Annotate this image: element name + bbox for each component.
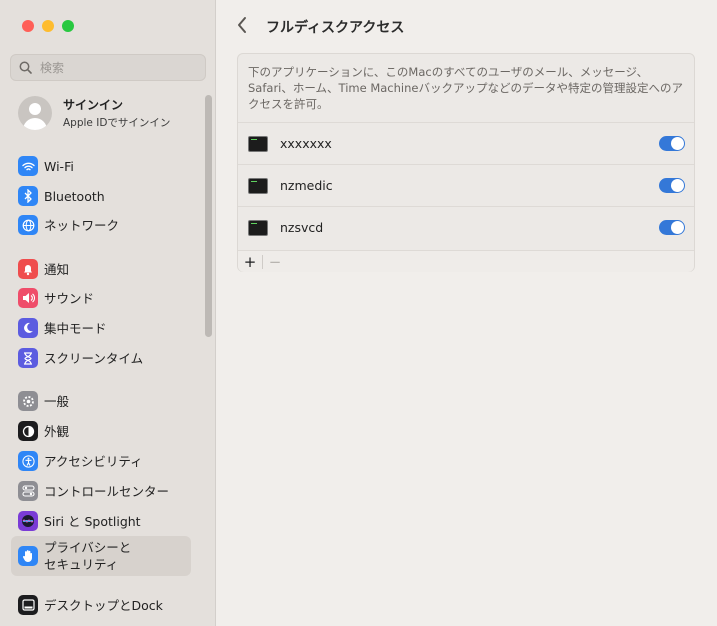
accessibility-icon — [18, 451, 38, 471]
panel-description: 下のアプリケーションに、このMacのすべてのユーザのメール、メッセージ、Safa… — [248, 65, 683, 111]
sidebar-item-speaker[interactable]: サウンド — [11, 285, 191, 311]
apple-id-signin[interactable]: サインイン Apple IDでサインイン — [18, 96, 170, 130]
bell-icon — [18, 259, 38, 279]
access-toggle[interactable] — [659, 220, 685, 235]
sidebar-item-hand[interactable]: プライバシーと セキュリティ — [11, 536, 191, 576]
sidebar-item-bell[interactable]: 通知 — [11, 256, 191, 282]
main-content: フルディスクアクセス 下のアプリケーションに、このMacのすべてのユーザのメール… — [216, 0, 717, 626]
settings-window: サインイン Apple IDでサインイン Wi-Fi Bluetooth ネットワー… — [0, 0, 717, 626]
moon-icon — [18, 318, 38, 338]
app-name: nzsvcd — [280, 220, 324, 235]
app-name: nzmedic — [280, 178, 333, 193]
wifi-icon — [18, 156, 38, 176]
sidebar-item-wifi[interactable]: Wi-Fi — [11, 153, 191, 179]
terminal-icon — [248, 135, 268, 152]
toggle-knob — [671, 137, 684, 150]
sidebar-item-accessibility[interactable]: アクセシビリティ — [11, 448, 191, 474]
search-icon — [19, 61, 32, 74]
app-row[interactable]: nzmedic — [238, 164, 694, 206]
access-toggle[interactable] — [659, 178, 685, 193]
sidebar-scrollbar[interactable] — [205, 95, 212, 337]
sidebar-item-label: Wi-Fi — [44, 158, 74, 174]
list-footer: + − — [238, 250, 694, 272]
hourglass-icon — [18, 348, 38, 368]
app-row[interactable]: xxxxxxx — [238, 122, 694, 164]
sidebar-item-appearance[interactable]: 外観 — [11, 418, 191, 444]
sidebar-item-label: アクセシビリティ — [44, 453, 143, 469]
search-input[interactable] — [38, 59, 192, 76]
sidebar-item-control-center[interactable]: コントロールセンター — [11, 478, 191, 504]
sidebar-item-bluetooth[interactable]: Bluetooth — [11, 183, 191, 209]
speaker-icon — [18, 288, 38, 308]
control-center-icon — [18, 481, 38, 501]
sidebar-item-label: スクリーンタイム — [44, 350, 144, 366]
siri-icon — [18, 511, 38, 531]
back-button[interactable] — [236, 16, 248, 37]
terminal-icon — [248, 177, 268, 194]
toggle-knob — [671, 179, 684, 192]
sidebar-item-label: Bluetooth — [44, 188, 105, 204]
close-button[interactable] — [22, 20, 34, 32]
sidebar-item-label: コントロールセンター — [44, 483, 170, 499]
terminal-icon — [248, 219, 268, 236]
sidebar-item-hourglass[interactable]: スクリーンタイム — [11, 345, 191, 371]
hand-icon — [18, 546, 38, 566]
sidebar-item-siri[interactable]: Siri と Spotlight — [11, 508, 191, 534]
app-row[interactable]: nzsvcd — [238, 206, 694, 248]
remove-button[interactable]: − — [263, 252, 287, 272]
sidebar-item-label: デスクトップとDock — [44, 597, 163, 613]
account-name: サインイン — [63, 98, 124, 112]
sidebar-item-label: 通知 — [44, 261, 70, 277]
toggle-knob — [671, 221, 684, 234]
appearance-icon — [18, 421, 38, 441]
zoom-button[interactable] — [62, 20, 74, 32]
sidebar-item-dock[interactable]: デスクトップとDock — [11, 592, 191, 618]
page-title: フルディスクアクセス — [266, 20, 405, 36]
sidebar-item-gear[interactable]: 一般 — [11, 388, 191, 414]
minimize-button[interactable] — [42, 20, 54, 32]
sidebar-item-label: サウンド — [44, 290, 95, 306]
sidebar-item-globe[interactable]: ネットワーク — [11, 212, 191, 238]
sidebar-item-label: 一般 — [44, 393, 70, 409]
access-toggle[interactable] — [659, 136, 685, 151]
window-controls — [22, 20, 74, 32]
sidebar-item-label: 外観 — [44, 423, 70, 439]
app-name: xxxxxxx — [280, 136, 332, 151]
sidebar-item-label: Siri と Spotlight — [44, 513, 141, 529]
full-disk-access-panel: 下のアプリケーションに、このMacのすべてのユーザのメール、メッセージ、Safa… — [237, 53, 695, 272]
add-button[interactable]: + — [238, 252, 262, 272]
sidebar-item-moon[interactable]: 集中モード — [11, 315, 191, 341]
bluetooth-icon — [18, 186, 38, 206]
globe-icon — [18, 215, 38, 235]
sidebar-item-label: プライバシーと セキュリティ — [44, 540, 132, 572]
sidebar-item-label: ネットワーク — [44, 217, 120, 233]
sidebar: サインイン Apple IDでサインイン Wi-Fi Bluetooth ネットワー… — [0, 0, 216, 626]
avatar — [18, 96, 52, 130]
chevron-left-icon — [238, 17, 246, 33]
dock-icon — [18, 595, 38, 615]
sidebar-item-label: 集中モード — [44, 320, 107, 336]
account-subtitle: Apple IDでサインイン — [63, 117, 171, 129]
search-field[interactable] — [10, 54, 206, 81]
gear-icon — [18, 391, 38, 411]
